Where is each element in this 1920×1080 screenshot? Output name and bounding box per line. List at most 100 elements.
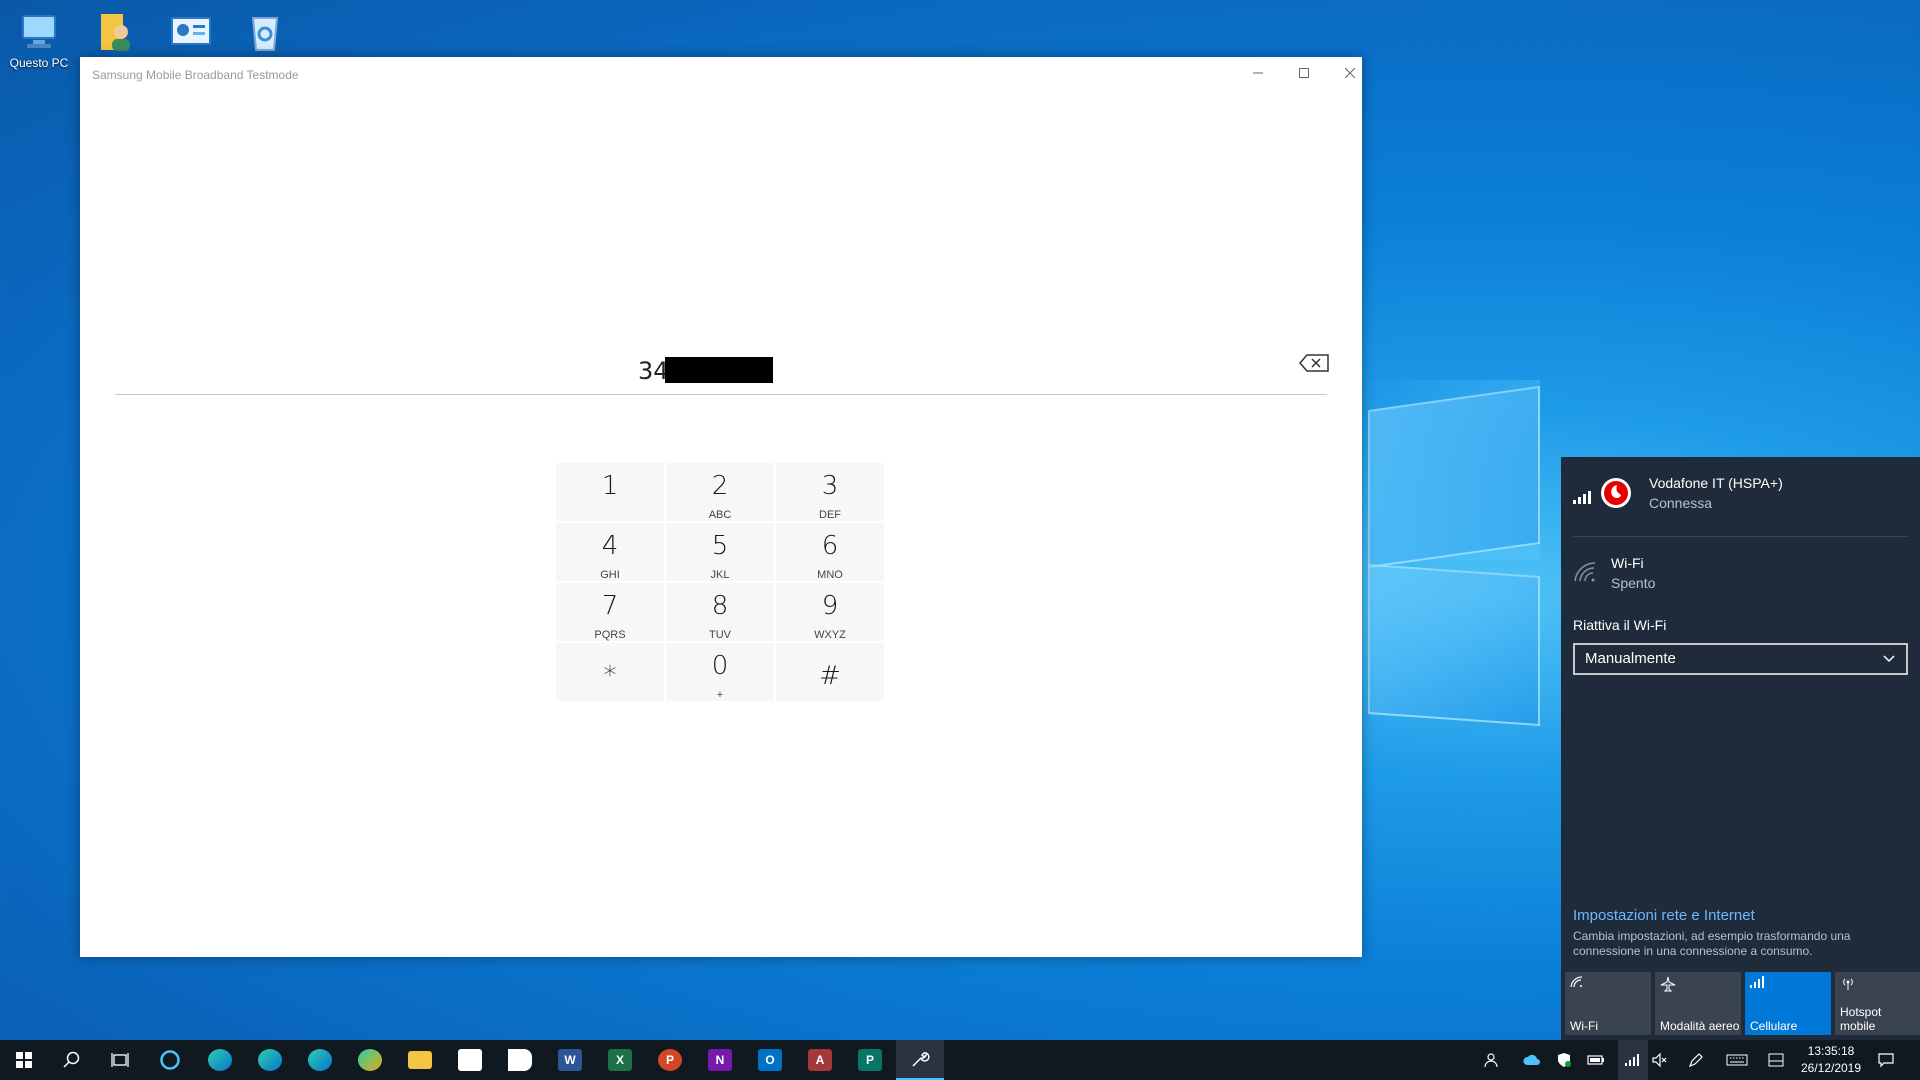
taskbar-app-store[interactable] bbox=[446, 1040, 494, 1080]
tile-airplane-mode[interactable]: Modalità aereo bbox=[1655, 972, 1741, 1035]
cellular-connection[interactable]: Vodafone IT (HSPA+) Connessa bbox=[1573, 475, 1908, 515]
taskbar-app-edge[interactable] bbox=[196, 1040, 244, 1080]
start-button[interactable] bbox=[0, 1040, 48, 1080]
wifi-name: Wi-Fi bbox=[1611, 555, 1644, 571]
key-digit: 5 bbox=[711, 531, 729, 561]
security-icon[interactable] bbox=[1554, 1050, 1574, 1070]
divider bbox=[1573, 536, 1908, 537]
key-digit: 3 bbox=[821, 471, 839, 501]
taskbar-app-edge-beta[interactable] bbox=[246, 1040, 294, 1080]
key-star[interactable]: * bbox=[556, 643, 664, 701]
key-7[interactable]: 7 PQRS bbox=[556, 583, 664, 641]
key-digit: 2 bbox=[711, 471, 729, 501]
reenable-wifi-label: Riattiva il Wi-Fi bbox=[1573, 617, 1667, 633]
close-button[interactable] bbox=[1327, 57, 1373, 89]
people-icon[interactable] bbox=[1482, 1050, 1502, 1070]
key-0[interactable]: 0 + bbox=[666, 643, 774, 701]
key-letters: GHI bbox=[600, 569, 620, 581]
edge-icon bbox=[208, 1049, 232, 1071]
taskbar-app-outlook[interactable]: O bbox=[746, 1040, 794, 1080]
redaction-box bbox=[665, 357, 773, 383]
desktop-icon-recycle-bin[interactable] bbox=[230, 6, 300, 56]
maximize-button[interactable] bbox=[1281, 57, 1327, 89]
volume-muted-icon[interactable] bbox=[1650, 1050, 1670, 1070]
flag-icon bbox=[508, 1049, 532, 1071]
powerpoint-icon: P bbox=[658, 1049, 682, 1071]
key-2[interactable]: 2 ABC bbox=[666, 463, 774, 521]
taskbar: W X P N O A P 13:35:18 26/12/2019 bbox=[0, 1040, 1920, 1080]
desktop-icon-user-folder[interactable] bbox=[80, 6, 150, 56]
wallpaper-logo-pane bbox=[1368, 563, 1540, 727]
wifi-icon bbox=[1570, 976, 1583, 988]
search-button[interactable] bbox=[48, 1040, 96, 1080]
taskbar-app-powerpoint[interactable]: P bbox=[646, 1040, 694, 1080]
key-letters: DEF bbox=[819, 509, 841, 521]
taskbar-clock[interactable]: 13:35:18 26/12/2019 bbox=[1788, 1043, 1874, 1077]
taskbar-app-tools[interactable] bbox=[896, 1040, 944, 1080]
taskbar-app-edge-dev[interactable] bbox=[296, 1040, 344, 1080]
key-digit: 7 bbox=[601, 591, 619, 621]
taskbar-app-excel[interactable]: X bbox=[596, 1040, 644, 1080]
key-letters: MNO bbox=[817, 569, 843, 581]
tile-label: Hotspot mobile bbox=[1840, 1005, 1882, 1033]
network-settings-description: Cambia impostazioni, ad esempio trasform… bbox=[1573, 929, 1851, 958]
onedrive-icon[interactable] bbox=[1522, 1050, 1542, 1070]
taskbar-app-word[interactable]: W bbox=[546, 1040, 594, 1080]
cortana-button[interactable] bbox=[146, 1040, 194, 1080]
taskbar-app-edge-canary[interactable] bbox=[346, 1040, 394, 1080]
recycle-bin-icon bbox=[243, 10, 287, 54]
key-9[interactable]: 9 WXYZ bbox=[776, 583, 884, 641]
store-icon bbox=[458, 1049, 482, 1071]
backspace-button[interactable] bbox=[1298, 353, 1330, 377]
desktop-icon-label: Questo PC bbox=[9, 56, 69, 70]
minimize-button[interactable] bbox=[1235, 57, 1281, 89]
backspace-icon bbox=[1299, 354, 1329, 372]
notification-center-icon[interactable] bbox=[1876, 1050, 1896, 1070]
taskbar-app-publisher[interactable]: P bbox=[846, 1040, 894, 1080]
word-icon: W bbox=[558, 1049, 582, 1071]
key-digit: 8 bbox=[711, 591, 729, 621]
tile-cellular[interactable]: Cellulare bbox=[1745, 972, 1831, 1035]
titlebar[interactable]: Samsung Mobile Broadband Testmode bbox=[80, 57, 1362, 89]
taskbar-app-file-explorer[interactable] bbox=[396, 1040, 444, 1080]
reenable-wifi-value: Manualmente bbox=[1585, 650, 1676, 667]
dialed-number: 34 bbox=[638, 357, 669, 385]
key-1[interactable]: 1 bbox=[556, 463, 664, 521]
key-letters: JKL bbox=[710, 569, 730, 581]
edge-canary-icon bbox=[358, 1049, 382, 1071]
wifi-connection[interactable]: Wi-Fi Spento bbox=[1573, 555, 1908, 595]
edge-dev-icon bbox=[308, 1049, 332, 1071]
edge-beta-icon bbox=[258, 1049, 282, 1071]
network-settings-link[interactable]: Impostazioni rete e Internet bbox=[1573, 907, 1755, 924]
key-digit: 0 bbox=[711, 651, 729, 681]
keyboard-icon[interactable] bbox=[1724, 1050, 1750, 1070]
key-6[interactable]: 6 MNO bbox=[776, 523, 884, 581]
cellular-status: Connessa bbox=[1649, 495, 1713, 511]
task-view-button[interactable] bbox=[96, 1040, 144, 1080]
key-8[interactable]: 8 TUV bbox=[666, 583, 774, 641]
desktop-icon-control-panel[interactable] bbox=[156, 6, 226, 56]
airplane-icon bbox=[1660, 976, 1676, 992]
key-digit: 9 bbox=[821, 591, 839, 621]
taskbar-app-vpn[interactable] bbox=[496, 1040, 544, 1080]
input-indicator-icon[interactable] bbox=[1766, 1050, 1786, 1070]
taskbar-app-access[interactable]: A bbox=[796, 1040, 844, 1080]
tile-label: Modalità aereo bbox=[1660, 1019, 1740, 1033]
vodafone-logo-icon bbox=[1601, 478, 1631, 508]
clock-date: 26/12/2019 bbox=[1800, 1061, 1862, 1075]
battery-icon[interactable] bbox=[1586, 1050, 1606, 1070]
network-cellular-icon[interactable] bbox=[1618, 1040, 1648, 1080]
tile-mobile-hotspot[interactable]: Hotspot mobile bbox=[1835, 972, 1920, 1035]
publisher-icon: P bbox=[858, 1049, 882, 1071]
key-5[interactable]: 5 JKL bbox=[666, 523, 774, 581]
control-panel-icon bbox=[169, 10, 213, 54]
reenable-wifi-dropdown[interactable]: Manualmente bbox=[1573, 643, 1908, 675]
tile-wifi[interactable]: Wi-Fi bbox=[1565, 972, 1651, 1035]
cellular-signal-icon bbox=[1573, 491, 1591, 504]
key-4[interactable]: 4 GHI bbox=[556, 523, 664, 581]
desktop-icon-this-pc[interactable]: Questo PC bbox=[4, 6, 74, 70]
pen-icon[interactable] bbox=[1686, 1050, 1706, 1070]
key-hash[interactable]: # bbox=[776, 643, 884, 701]
taskbar-app-onenote[interactable]: N bbox=[696, 1040, 744, 1080]
key-3[interactable]: 3 DEF bbox=[776, 463, 884, 521]
